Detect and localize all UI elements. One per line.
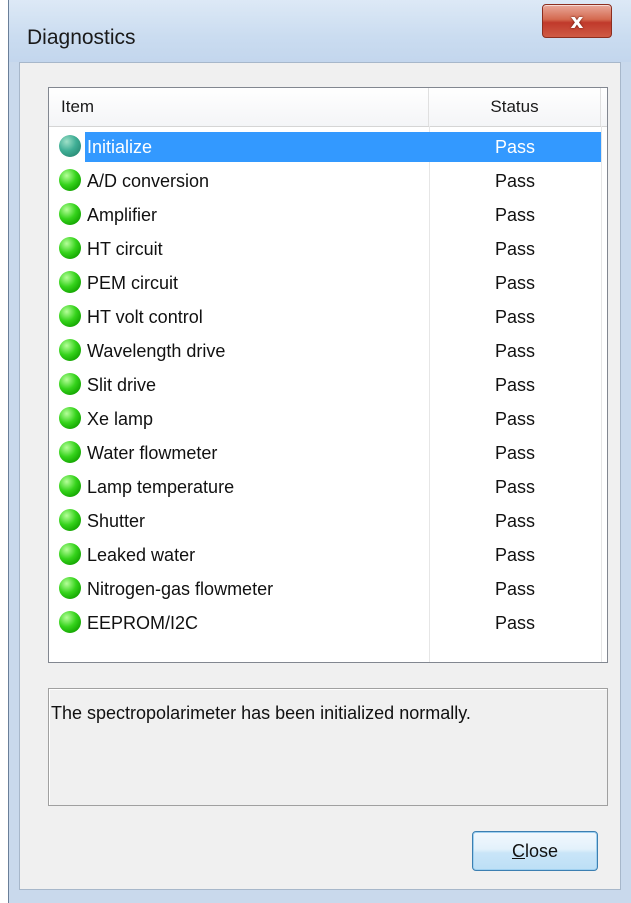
row-status: Pass xyxy=(494,613,536,633)
column-header-filler xyxy=(601,88,607,126)
green-status-dot-icon xyxy=(59,509,81,531)
dialog-client-area: Item Status Initialize Pass A/D conversion… xyxy=(19,62,621,890)
table-row[interactable]: PEM circuit Pass xyxy=(49,266,601,300)
row-status: Pass xyxy=(494,375,536,395)
row-item-label: Initialize xyxy=(85,132,429,162)
close-icon: x xyxy=(570,9,584,33)
table-row[interactable]: HT volt control Pass xyxy=(49,300,601,334)
row-item-label: Lamp temperature xyxy=(87,477,235,497)
diagnostics-window: Diagnostics x Item Status Initialize Pass… xyxy=(8,0,631,903)
green-status-dot-icon xyxy=(59,305,81,327)
green-status-dot-icon xyxy=(59,577,81,599)
table-row[interactable]: Amplifier Pass xyxy=(49,198,601,232)
row-status: Pass xyxy=(494,511,536,531)
row-status: Pass xyxy=(494,273,536,293)
green-status-dot-icon xyxy=(59,441,81,463)
row-status: Pass xyxy=(494,239,536,259)
row-item-label: Amplifier xyxy=(87,205,158,225)
green-status-dot-icon xyxy=(59,169,81,191)
window-close-button[interactable]: x xyxy=(542,4,612,38)
table-row[interactable]: Initialize Pass xyxy=(49,130,601,164)
row-item-label: HT circuit xyxy=(87,239,163,259)
table-row[interactable]: HT circuit Pass xyxy=(49,232,601,266)
row-item-label: A/D conversion xyxy=(87,171,210,191)
table-row[interactable]: A/D conversion Pass xyxy=(49,164,601,198)
row-status: Pass xyxy=(494,171,536,191)
row-status: Pass xyxy=(494,409,536,429)
diagnostics-list[interactable]: Item Status Initialize Pass A/D conversion… xyxy=(48,87,608,663)
row-status: Pass xyxy=(494,341,536,361)
green-status-dot-icon xyxy=(59,373,81,395)
green-status-dot-icon xyxy=(59,203,81,225)
table-row[interactable]: Slit drive Pass xyxy=(49,368,601,402)
table-row[interactable]: Xe lamp Pass xyxy=(49,402,601,436)
table-row[interactable]: Shutter Pass xyxy=(49,504,601,538)
row-status: Pass xyxy=(494,205,536,225)
row-status: Pass xyxy=(494,545,536,565)
window-title: Diagnostics xyxy=(27,26,136,49)
table-row[interactable]: EEPROM/I2C Pass xyxy=(49,606,601,640)
table-row[interactable]: Leaked water Pass xyxy=(49,538,601,572)
row-item-label: Slit drive xyxy=(87,375,157,395)
close-button-label: lose xyxy=(524,841,559,861)
row-item-label: Shutter xyxy=(87,511,146,531)
green-status-dot-icon xyxy=(59,339,81,361)
row-item-label: Leaked water xyxy=(87,545,196,565)
row-status: Pass xyxy=(494,443,536,463)
row-item-label: PEM circuit xyxy=(87,273,179,293)
close-button[interactable]: Close xyxy=(472,831,598,871)
row-status: Pass xyxy=(494,477,536,497)
title-bar[interactable]: Diagnostics x xyxy=(9,0,631,62)
close-button-mnemonic: C xyxy=(511,841,525,861)
column-divider xyxy=(601,126,602,662)
table-row[interactable]: Wavelength drive Pass xyxy=(49,334,601,368)
column-header-item[interactable]: Item xyxy=(49,88,429,126)
row-item-label: Wavelength drive xyxy=(87,341,226,361)
row-status: Pass xyxy=(494,579,536,599)
row-item-label: HT volt control xyxy=(87,307,203,327)
green-status-dot-icon xyxy=(59,543,81,565)
row-item-label: Xe lamp xyxy=(87,409,154,429)
green-status-dot-icon xyxy=(58,134,82,158)
column-header-status[interactable]: Status xyxy=(429,88,601,126)
table-row[interactable]: Lamp temperature Pass xyxy=(49,470,601,504)
table-row[interactable]: Water flowmeter Pass xyxy=(49,436,601,470)
row-item-label: Water flowmeter xyxy=(87,443,218,463)
green-status-dot-icon xyxy=(59,475,81,497)
green-status-dot-icon xyxy=(59,237,81,259)
row-status: Pass xyxy=(494,307,536,327)
row-status: Pass xyxy=(429,132,601,162)
row-item-label: Nitrogen-gas flowmeter xyxy=(87,579,274,599)
green-status-dot-icon xyxy=(59,611,81,633)
green-status-dot-icon xyxy=(59,271,81,293)
green-status-dot-icon xyxy=(59,407,81,429)
status-message: The spectropolarimeter has been initiali… xyxy=(48,688,608,806)
table-row[interactable]: Nitrogen-gas flowmeter Pass xyxy=(49,572,601,606)
list-header: Item Status xyxy=(49,88,607,127)
row-item-label: EEPROM/I2C xyxy=(87,613,199,633)
